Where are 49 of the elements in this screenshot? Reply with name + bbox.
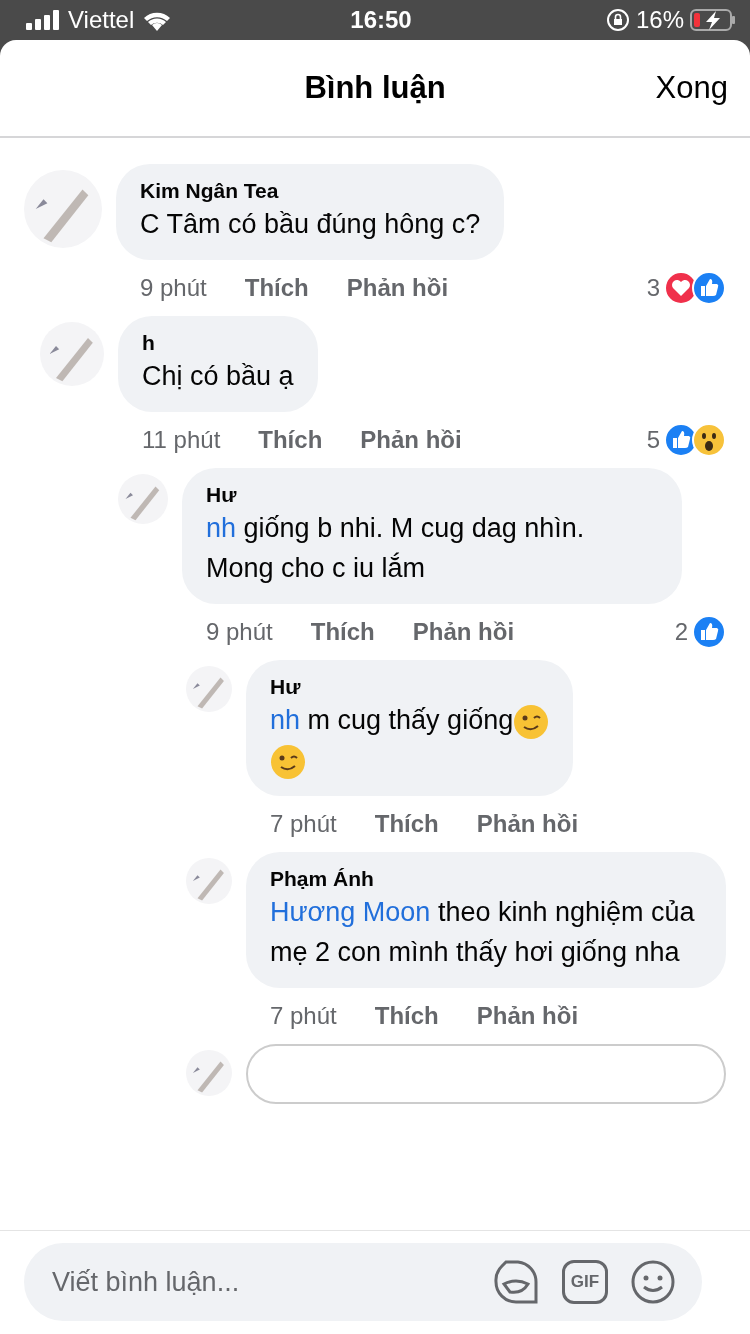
like-reaction-icon (692, 271, 726, 305)
comment-time: 9 phút (206, 618, 273, 646)
like-link[interactable]: Thích (310, 618, 375, 646)
battery-percent: 16% (635, 6, 684, 34)
charging-battery-icon (690, 9, 736, 31)
reaction-count: 2 (674, 618, 688, 646)
comment-time: 7 phút (270, 1002, 337, 1030)
comment-time: 7 phút (270, 810, 337, 838)
rotation-lock-icon (605, 8, 630, 32)
like-reaction-icon (692, 615, 726, 649)
sticker-icon[interactable] (492, 1258, 540, 1306)
sheet-title: Bình luận (304, 70, 446, 106)
reply-field[interactable] (246, 1044, 726, 1104)
signal-icon (26, 10, 60, 30)
comment-time: 11 phút (142, 426, 221, 454)
reply-link[interactable]: Phản hồi (360, 426, 462, 454)
comment-text: C Tâm có bầu đúng hông c? (140, 208, 481, 241)
commenter-name[interactable]: Hư (206, 483, 237, 507)
reply-link[interactable]: Phản hồi (476, 1002, 579, 1030)
like-link[interactable]: Thích (374, 810, 439, 838)
reaction-count: 5 (646, 426, 660, 454)
comment-text: nh m cug thấy giống (270, 700, 550, 780)
comment-text: Hương Moon theo kinh nghiệm của mẹ 2 con mình thấy hơi giống nha (270, 896, 696, 969)
commenter-name[interactable]: Phạm Ánh (270, 867, 374, 891)
comment-text: nh giống b nhi. M cug dag nhìn. Mong cho c iu lắm (206, 512, 586, 585)
commenter-name[interactable]: h (142, 331, 155, 355)
mention-link[interactable]: nh (270, 705, 301, 735)
comment-time: 9 phút (140, 274, 207, 302)
like-link[interactable]: Thích (374, 1002, 439, 1030)
commenter-name[interactable]: Kim Ngân Tea (140, 179, 279, 203)
gif-button[interactable]: GIF (562, 1260, 608, 1304)
carrier-name: Viettel (68, 6, 135, 34)
wink-emoji-icon (270, 743, 306, 780)
reply-link[interactable]: Phản hồi (412, 618, 515, 646)
wink-emoji-icon (513, 703, 550, 740)
done-button[interactable]: Xong (655, 70, 728, 106)
mention-link[interactable]: nh (206, 513, 237, 543)
reply-link[interactable]: Phản hồi (346, 274, 449, 302)
emoji-icon[interactable] (630, 1259, 676, 1305)
comment-field[interactable]: Viết bình luận... GIF (24, 1243, 702, 1321)
mention-link[interactable]: Hương Moon (270, 897, 431, 927)
like-link[interactable]: Thích (244, 274, 309, 302)
like-link[interactable]: Thích (258, 426, 323, 454)
commenter-name[interactable]: Hư (270, 675, 301, 699)
reply-link[interactable]: Phản hồi (476, 810, 579, 838)
clock-time: 16:50 (349, 6, 413, 34)
reaction-count: 3 (646, 274, 660, 302)
comment-text: Chị có bầu ạ (142, 360, 294, 393)
wow-reaction-icon (692, 423, 726, 457)
